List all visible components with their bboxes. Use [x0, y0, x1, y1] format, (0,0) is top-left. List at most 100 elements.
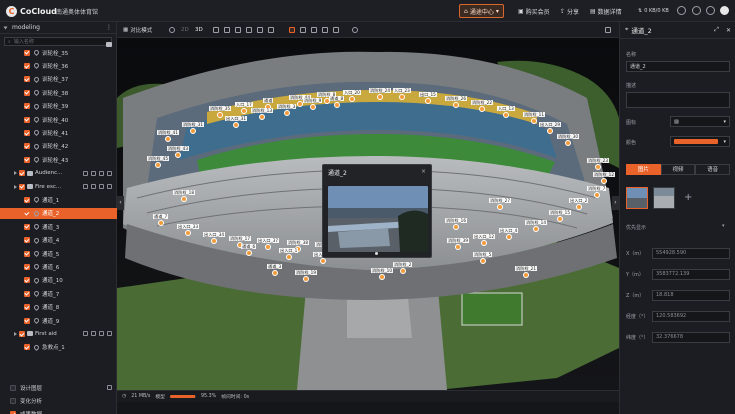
- layer-checkbox[interactable]: [24, 344, 30, 351]
- map-marker[interactable]: 通道_3: [267, 264, 283, 276]
- expand-icon[interactable]: ⤢: [714, 26, 719, 34]
- copy-icon[interactable]: [99, 331, 104, 337]
- map-marker[interactable]: 出入口_31: [225, 116, 247, 128]
- layer-checkbox[interactable]: [24, 143, 30, 150]
- layer-checkbox[interactable]: [24, 103, 30, 110]
- layer-checkbox[interactable]: [10, 397, 16, 404]
- edit-icon[interactable]: [91, 184, 96, 189]
- layer-checkbox[interactable]: [19, 330, 25, 337]
- layer-item[interactable]: 训轮栓_35: [0, 47, 117, 58]
- share-button[interactable]: ⇪ 分享: [556, 4, 583, 18]
- delete-icon[interactable]: [107, 184, 112, 189]
- copy-icon[interactable]: [257, 27, 263, 33]
- color-select[interactable]: ▾: [670, 136, 730, 147]
- layer-checkbox[interactable]: [24, 210, 30, 217]
- layer-item[interactable]: 成果数据: [0, 409, 117, 414]
- layer-item[interactable]: 变化分析: [0, 395, 117, 406]
- layer-item[interactable]: 训轮栓_42: [0, 141, 117, 152]
- icon-select[interactable]: ▨ ▾: [670, 116, 730, 127]
- map-marker[interactable]: 消防栓_31: [182, 122, 204, 134]
- layer-checkbox[interactable]: [24, 116, 30, 123]
- globe-icon[interactable]: [169, 27, 175, 33]
- map-marker[interactable]: 入口_20: [343, 90, 361, 102]
- map-marker[interactable]: 消防栓_27: [489, 198, 511, 210]
- mode-3d-button[interactable]: 3D: [195, 25, 203, 35]
- right-panel-toggle[interactable]: ›: [612, 196, 619, 210]
- line-tool-icon[interactable]: [311, 27, 317, 33]
- zoom-out-icon[interactable]: [224, 27, 230, 33]
- map-marker[interactable]: 入口_13: [497, 106, 515, 118]
- tab-audio[interactable]: 语音: [695, 164, 731, 175]
- layer-checkbox[interactable]: [10, 384, 16, 391]
- map-marker[interactable]: 消防栓_5: [473, 252, 493, 264]
- layer-checkbox[interactable]: [24, 156, 30, 163]
- layer-checkbox[interactable]: [24, 277, 30, 284]
- layer-item[interactable]: 通道_10: [0, 275, 117, 286]
- scene-center-button[interactable]: ⌂ 通途中心 ▾: [459, 4, 504, 18]
- layer-checkbox[interactable]: [24, 62, 30, 69]
- tab-videos[interactable]: 视频: [660, 164, 696, 175]
- layer-checkbox[interactable]: [24, 89, 30, 96]
- map-marker[interactable]: 消防栓_24: [369, 88, 391, 100]
- compare-mode-toggle[interactable]: ▦ 对比模式: [123, 25, 152, 35]
- layer-item[interactable]: 训轮栓_41: [0, 127, 117, 138]
- tab-images[interactable]: 图片: [626, 164, 661, 175]
- map-marker[interactable]: 消防栓_22: [471, 100, 493, 112]
- thumbnail-2[interactable]: [653, 187, 675, 209]
- chevron-right-icon[interactable]: [14, 331, 17, 336]
- map-marker[interactable]: 消防栓_18: [173, 190, 195, 202]
- popup-photo[interactable]: [328, 186, 428, 252]
- layer-item[interactable]: 训轮栓_38: [0, 87, 117, 98]
- map-marker[interactable]: 出入口_33: [177, 224, 199, 236]
- map-marker[interactable]: 消防栓_45: [147, 156, 169, 168]
- cloud-icon[interactable]: [677, 6, 686, 15]
- layer-item[interactable]: 通道_5: [0, 248, 117, 259]
- map-marker[interactable]: 消防栓_39: [447, 238, 469, 250]
- edit-icon[interactable]: [107, 385, 112, 390]
- layer-item[interactable]: 训轮栓_43: [0, 154, 117, 165]
- map-marker[interactable]: 出入口_12: [473, 234, 495, 246]
- layer-item[interactable]: 通道_6: [0, 261, 117, 272]
- map-marker[interactable]: 出入口_37: [257, 238, 279, 250]
- layer-search-input[interactable]: ⌕ 输入名称: [4, 37, 112, 46]
- map-marker[interactable]: 出入口_34: [203, 232, 225, 244]
- upload-icon[interactable]: [83, 170, 88, 176]
- layer-folder[interactable]: Fire esc...: [0, 181, 117, 192]
- pin-tool-icon[interactable]: [300, 27, 306, 33]
- map-marker[interactable]: 消防栓_10: [371, 268, 393, 280]
- name-input[interactable]: 通道_2: [626, 61, 730, 72]
- more-icon[interactable]: ⋮: [106, 24, 112, 31]
- layer-checkbox[interactable]: [24, 290, 30, 297]
- buy-package-button[interactable]: ▣ 购买会员: [514, 4, 554, 18]
- map-marker[interactable]: 入口_23: [393, 88, 411, 100]
- layer-item[interactable]: 通道_3: [0, 221, 117, 232]
- map-marker[interactable]: 消防栓_43: [167, 146, 189, 158]
- map-marker[interactable]: 出入口_4: [499, 228, 519, 240]
- description-input[interactable]: [626, 92, 730, 108]
- map-marker[interactable]: 消防栓_26: [445, 96, 467, 108]
- edit-icon[interactable]: [91, 331, 96, 337]
- copy-icon[interactable]: [99, 170, 104, 176]
- close-icon[interactable]: ×: [421, 168, 426, 175]
- layer-checkbox[interactable]: [24, 223, 30, 230]
- layer-folder[interactable]: First aid: [0, 328, 117, 339]
- layer-folder[interactable]: Audienc...: [0, 168, 117, 179]
- map-viewport[interactable]: 消防栓_41 消防栓_31 消防栓_35 入口_17 通道 消防栓_44 消防栓_8 入口_2…: [117, 38, 619, 390]
- layer-item[interactable]: 通道_9: [0, 315, 117, 326]
- map-marker[interactable]: 通道_7: [153, 214, 169, 226]
- map-marker[interactable]: 消防栓_21: [515, 266, 537, 278]
- popup-pager-dot[interactable]: [375, 252, 378, 255]
- image-icon[interactable]: [268, 27, 274, 33]
- chevron-right-icon[interactable]: [14, 171, 17, 176]
- map-marker[interactable]: 消防栓_16: [445, 218, 467, 230]
- map-marker[interactable]: 消防栓_3: [277, 104, 297, 116]
- layer-checkbox[interactable]: [24, 250, 30, 257]
- map-marker[interactable]: 出口_15: [419, 92, 437, 104]
- map-marker[interactable]: 消防栓_2: [393, 262, 413, 274]
- layer-item[interactable]: 通道_4: [0, 235, 117, 246]
- layer-item[interactable]: [0, 355, 117, 366]
- layer-item[interactable]: 通道_8: [0, 302, 117, 313]
- thumbnail-1[interactable]: [626, 187, 648, 209]
- copy-icon[interactable]: [99, 184, 104, 189]
- map-marker[interactable]: 消防栓_14: [525, 220, 547, 232]
